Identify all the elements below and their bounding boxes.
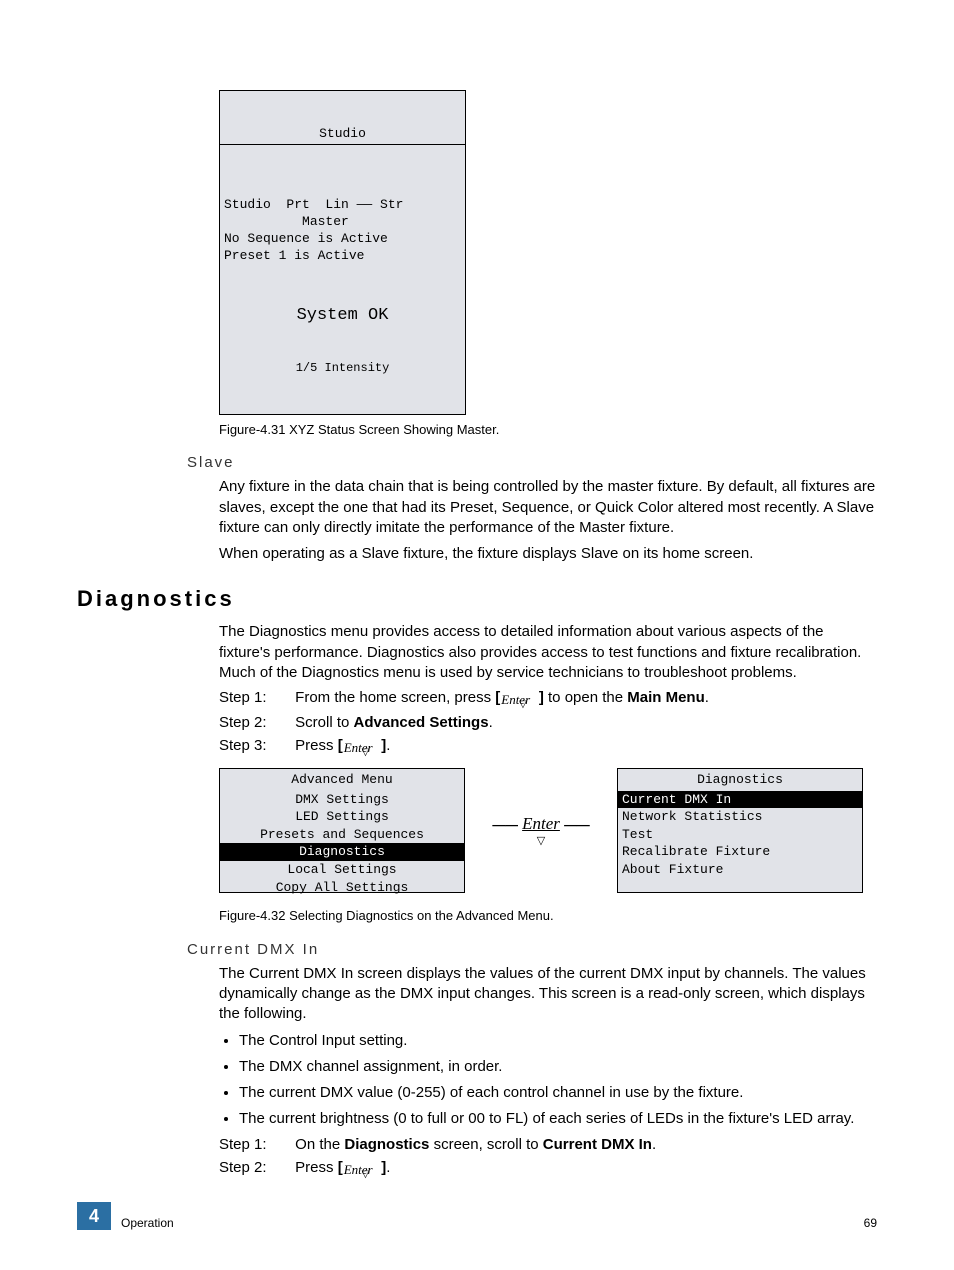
enter-transition: ── Enter ── ▽ [471, 814, 611, 847]
down-triangle-icon: ▽ [362, 1169, 370, 1180]
menu-item: DMX Settings [220, 791, 464, 809]
step-row: Step 2: Scroll to Advanced Settings. [219, 714, 877, 731]
menu-title: Diagnostics [618, 769, 862, 791]
main-menu-bold: Main Menu [627, 689, 705, 706]
step-row: Step 3: Press [Enter▽]. [219, 737, 877, 756]
menu-item: About Fixture [618, 861, 862, 879]
section-name: Operation [121, 1216, 174, 1230]
step-label: Step 3: [219, 737, 291, 754]
step-label: Step 1: [219, 1136, 291, 1153]
menu-item: Recalibrate Fixture [618, 843, 862, 861]
step-label: Step 2: [219, 1159, 291, 1176]
list-item: The DMX channel assignment, in order. [239, 1057, 877, 1077]
advanced-menu-lcd: Advanced Menu DMX Settings LED Settings … [219, 768, 465, 893]
step-text: screen, scroll to [429, 1136, 542, 1153]
menu-figure: Advanced Menu DMX Settings LED Settings … [219, 768, 877, 893]
current-dmx-bullets: The Control Input setting. The DMX chann… [239, 1031, 877, 1130]
lcd-title: Studio [220, 125, 465, 145]
lcd-line: No Sequence is Active [224, 231, 388, 246]
diagnostics-intro: The Diagnostics menu provides access to … [219, 622, 877, 683]
step-row: Step 1: From the home screen, press [Ent… [219, 689, 877, 708]
step-text: Press [295, 737, 338, 754]
slave-heading: Slave [187, 454, 877, 471]
list-item: The Control Input setting. [239, 1031, 877, 1051]
lcd-line: Master [224, 214, 349, 229]
menu-item: Presets and Sequences [220, 826, 464, 844]
step-text: Press [295, 1159, 338, 1176]
menu-item: Test [618, 826, 862, 844]
step-label: Step 1: [219, 689, 291, 706]
current-dmx-intro: The Current DMX In screen displays the v… [219, 964, 877, 1025]
down-triangle-icon: ▽ [519, 699, 527, 710]
lcd-line: Preset 1 is Active [224, 248, 364, 263]
down-triangle-icon: ▽ [362, 747, 370, 758]
enter-label: Enter [522, 814, 560, 834]
figure-caption-431: Figure-4.31 XYZ Status Screen Showing Ma… [219, 421, 877, 439]
list-item: The current DMX value (0-255) of each co… [239, 1083, 877, 1103]
step-text: On the [295, 1136, 344, 1153]
diagnostics-menu-lcd: Diagnostics Current DMX In Network Stati… [617, 768, 863, 893]
lcd-footer: 1/5 Intensity [220, 361, 465, 381]
menu-item-highlighted: Diagnostics [220, 843, 464, 861]
diagnostics-heading: Diagnostics [77, 586, 877, 612]
advanced-settings-bold: Advanced Settings [354, 714, 489, 731]
figure-caption-432: Figure-4.32 Selecting Diagnostics on the… [219, 907, 877, 925]
lcd-line: Studio Prt Lin —— Str [224, 197, 403, 212]
menu-item-highlighted: Current DMX In [618, 791, 862, 809]
arrow-line-icon: ── [492, 815, 518, 836]
menu-title: Advanced Menu [220, 769, 464, 791]
step-text: Scroll to [295, 714, 353, 731]
slave-paragraph-2: When operating as a Slave fixture, the f… [219, 544, 877, 564]
lcd-system-ok: System OK [220, 301, 465, 327]
step-row: Step 1: On the Diagnostics screen, scrol… [219, 1136, 877, 1153]
step-row: Step 2: Press [Enter▽]. [219, 1159, 877, 1178]
arrow-right-icon: ── [564, 815, 590, 836]
chapter-number-box: 4 [77, 1202, 111, 1230]
step-text: From the home screen, press [295, 689, 495, 706]
status-lcd: Studio Studio Prt Lin —— Str Master No S… [219, 90, 466, 415]
menu-item: Copy All Settings [220, 879, 464, 897]
current-dmx-heading: Current DMX In [187, 941, 877, 958]
slave-paragraph-1: Any fixture in the data chain that is be… [219, 477, 877, 538]
menu-item: Network Statistics [618, 808, 862, 826]
page-footer: 4 Operation 69 [77, 1202, 877, 1230]
list-item: The current brightness (0 to full or 00 … [239, 1109, 877, 1129]
step-label: Step 2: [219, 714, 291, 731]
menu-item: LED Settings [220, 808, 464, 826]
diagnostics-bold: Diagnostics [344, 1136, 429, 1153]
page-number: 69 [864, 1216, 877, 1230]
current-dmx-in-bold: Current DMX In [543, 1136, 652, 1153]
step-text: to open the [544, 689, 627, 706]
menu-item: Local Settings [220, 861, 464, 879]
